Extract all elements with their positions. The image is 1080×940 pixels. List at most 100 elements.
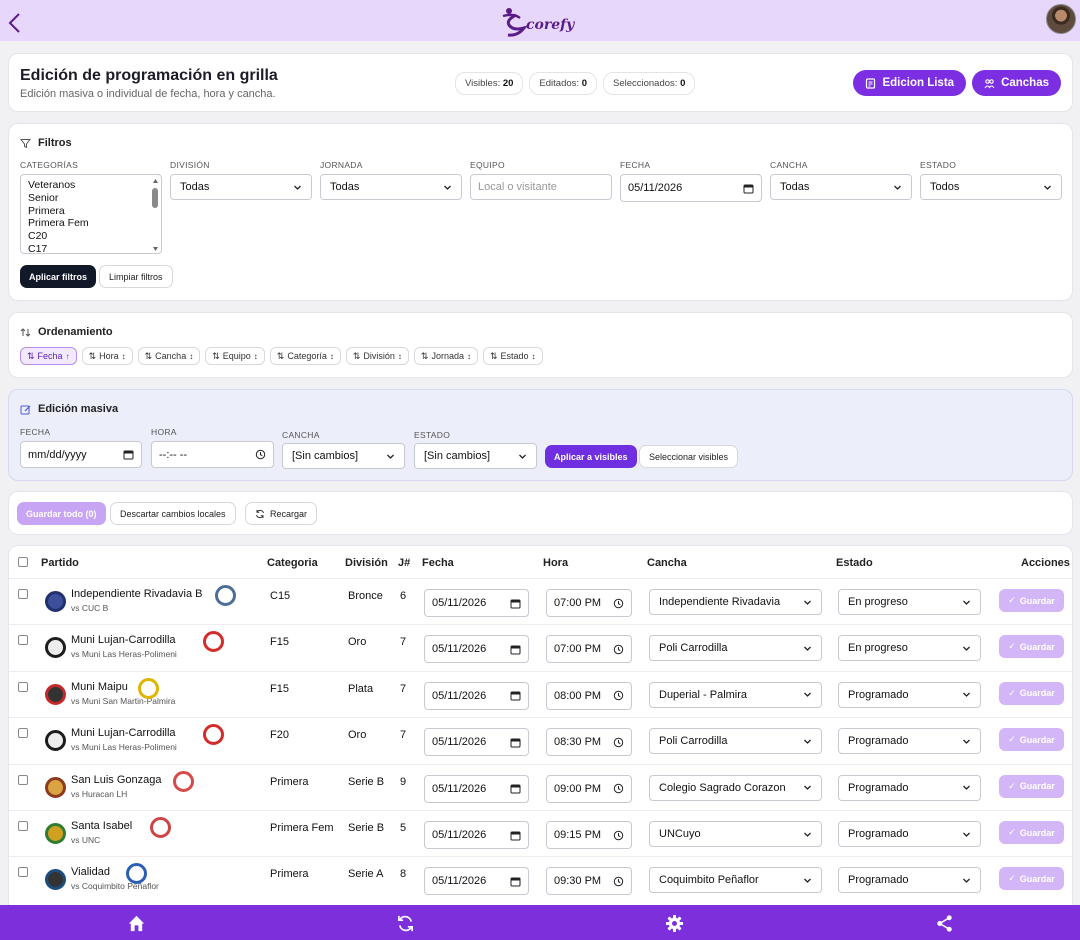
- select-all-checkbox[interactable]: [18, 557, 28, 567]
- row-time-input[interactable]: 08:00 PM: [546, 681, 632, 710]
- sort-chip[interactable]: ⇅ Cancha ↕: [137, 347, 201, 365]
- apply-to-visible-button[interactable]: Aplicar a visibles: [545, 445, 637, 468]
- row-date-input[interactable]: 05/11/2026: [424, 774, 529, 803]
- clear-filters-button[interactable]: Limpiar filtros: [99, 265, 173, 288]
- listbox-scroll-thumb[interactable]: [152, 188, 158, 208]
- row-time-input[interactable]: 09:30 PM: [546, 867, 632, 896]
- clock-icon[interactable]: [613, 737, 624, 748]
- calendar-icon[interactable]: [743, 183, 754, 194]
- category-option[interactable]: Veteranos: [28, 179, 161, 192]
- clock-icon[interactable]: [613, 690, 624, 701]
- row-save-button[interactable]: ✓ Guardar: [999, 867, 1064, 891]
- categories-listbox[interactable]: Veteranos Senior Primera Primera Fem C20…: [20, 174, 162, 254]
- mass-status-select[interactable]: [Sin cambios]: [414, 443, 537, 469]
- category-option[interactable]: C20: [28, 230, 161, 243]
- courts-button[interactable]: Canchas: [972, 70, 1061, 96]
- row-save-button[interactable]: ✓ Guardar: [999, 728, 1064, 752]
- row-status-select[interactable]: Programado: [838, 821, 981, 847]
- discard-changes-button[interactable]: Descartar cambios locales: [110, 502, 236, 525]
- calendar-icon[interactable]: [123, 449, 134, 460]
- row-court-select[interactable]: Independiente Rivadavia: [649, 589, 822, 615]
- row-checkbox[interactable]: [18, 589, 28, 599]
- calendar-icon[interactable]: [510, 598, 521, 609]
- row-time-input[interactable]: 07:00 PM: [546, 589, 632, 617]
- clock-icon[interactable]: [613, 783, 624, 794]
- row-court-select[interactable]: Poli Carrodilla: [649, 635, 822, 662]
- sort-chip[interactable]: ⇅ Hora ↕: [81, 347, 133, 365]
- mass-time-input[interactable]: --:-- --: [151, 441, 274, 468]
- sort-chip[interactable]: ⇅ División ↕: [345, 347, 409, 365]
- col-jornada[interactable]: J#: [398, 557, 410, 569]
- calendar-icon[interactable]: [510, 737, 521, 748]
- row-status-select[interactable]: En progreso: [838, 589, 981, 615]
- home-icon[interactable]: [127, 914, 146, 933]
- sort-chip[interactable]: ⇅ Fecha ↑: [20, 347, 77, 365]
- row-court-select[interactable]: Duperial - Palmira: [649, 681, 822, 708]
- row-date-input[interactable]: 05/11/2026: [424, 867, 529, 896]
- row-checkbox[interactable]: [18, 774, 28, 785]
- date-filter-input[interactable]: 05/11/2026: [620, 174, 762, 202]
- back-icon[interactable]: [6, 12, 24, 34]
- category-option[interactable]: C17: [28, 243, 161, 253]
- row-status-select[interactable]: Programado: [838, 867, 981, 894]
- clock-icon[interactable]: [255, 449, 266, 460]
- row-status-select[interactable]: Programado: [838, 681, 981, 708]
- row-checkbox[interactable]: [18, 635, 28, 646]
- row-status-select[interactable]: Programado: [838, 728, 981, 755]
- row-status-select[interactable]: Programado: [838, 774, 981, 801]
- col-partido[interactable]: Partido: [41, 557, 79, 569]
- avatar[interactable]: [1046, 4, 1076, 34]
- mass-date-input[interactable]: mm/dd/yyyy: [20, 441, 142, 468]
- share-icon[interactable]: [935, 914, 954, 933]
- row-court-select[interactable]: UNCuyo: [649, 821, 822, 847]
- save-all-button[interactable]: Guardar todo (0): [17, 502, 106, 525]
- row-save-button[interactable]: ✓ Guardar: [999, 681, 1064, 705]
- apply-filters-button[interactable]: Aplicar filtros: [20, 265, 97, 288]
- sort-chip[interactable]: ⇅ Equipo ↕: [205, 347, 265, 365]
- category-option[interactable]: Senior: [28, 192, 161, 205]
- category-option[interactable]: Primera Fem: [28, 217, 161, 230]
- division-select[interactable]: Todas: [170, 174, 312, 200]
- row-date-input[interactable]: 05/11/2026: [424, 821, 529, 849]
- row-save-button[interactable]: ✓ Guardar: [999, 821, 1064, 844]
- row-date-input[interactable]: 05/11/2026: [424, 681, 529, 710]
- sort-chip[interactable]: ⇅ Categoría ↕: [269, 347, 341, 365]
- row-court-select[interactable]: Colegio Sagrado Corazon: [649, 774, 822, 801]
- calendar-icon[interactable]: [510, 830, 521, 841]
- col-fecha[interactable]: Fecha: [422, 557, 454, 569]
- row-checkbox[interactable]: [18, 681, 28, 692]
- calendar-icon[interactable]: [510, 876, 521, 887]
- edit-list-button[interactable]: Edicion Lista: [853, 70, 967, 96]
- row-save-button[interactable]: ✓ Guardar: [999, 589, 1064, 612]
- row-time-input[interactable]: 09:15 PM: [546, 821, 632, 849]
- row-save-button[interactable]: ✓ Guardar: [999, 635, 1064, 659]
- row-checkbox[interactable]: [18, 867, 28, 878]
- col-hora[interactable]: Hora: [543, 557, 568, 569]
- row-date-input[interactable]: 05/11/2026: [424, 589, 529, 617]
- jornada-select[interactable]: Todas: [320, 174, 462, 200]
- clock-icon[interactable]: [613, 598, 624, 609]
- clock-icon[interactable]: [613, 876, 624, 887]
- row-save-button[interactable]: ✓ Guardar: [999, 774, 1064, 798]
- calendar-icon[interactable]: [510, 783, 521, 794]
- category-option[interactable]: Primera: [28, 205, 161, 218]
- calendar-icon[interactable]: [510, 690, 521, 701]
- row-date-input[interactable]: 05/11/2026: [424, 635, 529, 664]
- select-visible-button[interactable]: Seleccionar visibles: [639, 445, 739, 468]
- clock-icon[interactable]: [613, 644, 624, 655]
- status-select[interactable]: Todos: [920, 174, 1062, 200]
- col-cancha[interactable]: Cancha: [647, 557, 687, 569]
- col-division[interactable]: División: [345, 557, 388, 569]
- team-search-input[interactable]: Local o visitante: [470, 174, 612, 200]
- row-time-input[interactable]: 08:30 PM: [546, 728, 632, 757]
- col-categoria[interactable]: Categoria: [267, 557, 318, 569]
- reload-button[interactable]: Recargar: [245, 502, 318, 525]
- row-court-select[interactable]: Poli Carrodilla: [649, 728, 822, 755]
- row-checkbox[interactable]: [18, 728, 28, 739]
- sort-chip[interactable]: ⇅ Estado ↕: [483, 347, 543, 365]
- mass-court-select[interactable]: [Sin cambios]: [282, 443, 405, 469]
- row-date-input[interactable]: 05/11/2026: [424, 728, 529, 757]
- row-time-input[interactable]: 09:00 PM: [546, 774, 632, 803]
- settings-icon[interactable]: [665, 914, 684, 933]
- calendar-icon[interactable]: [510, 644, 521, 655]
